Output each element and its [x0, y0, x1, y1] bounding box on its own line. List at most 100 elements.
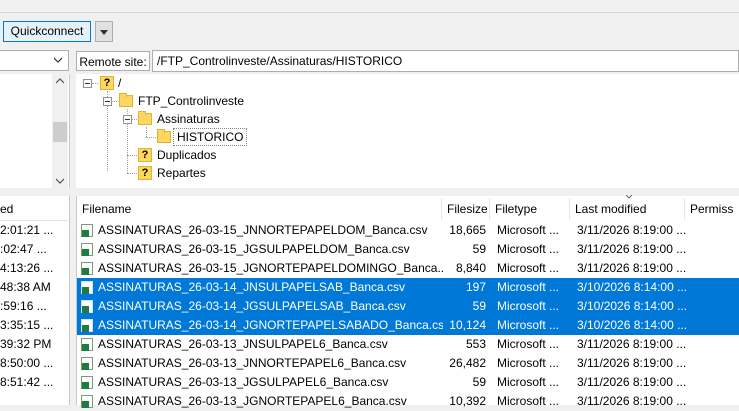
- collapse-icon[interactable]: [83, 79, 92, 88]
- cell-last-modified: 3/11/2026 8:19:00 ...: [577, 223, 687, 237]
- remote-site-label: Remote site:: [76, 51, 150, 71]
- chevron-down-icon[interactable]: [54, 57, 62, 63]
- cell-filename: ASSINATURAS_26-03-15_JGSULPAPELDOM_Banca…: [98, 242, 410, 256]
- tree-node-ftp-controlinveste[interactable]: FTP_Controlinveste: [138, 92, 244, 110]
- cell-filesize: 197: [465, 280, 486, 294]
- tree-connector: [146, 127, 147, 137]
- collapse-icon[interactable]: [123, 115, 132, 124]
- cell-filename: ASSINATURAS_26-03-15_JNNORTEPAPELDOM_Ban…: [98, 223, 428, 237]
- cell-filesize: 8,840: [455, 261, 486, 275]
- folder-icon: [157, 129, 171, 143]
- csv-file-icon: [81, 262, 93, 275]
- local-row-modified[interactable]: 3:35:15 ...: [0, 316, 68, 335]
- tree-connector: [127, 120, 128, 173]
- csv-file-icon: [81, 395, 93, 408]
- tree-connector: [146, 137, 156, 138]
- cell-filetype: Microsoft ...: [497, 280, 560, 294]
- table-row[interactable]: ASSINATURAS_26-03-14_JNSULPAPELSAB_Banca…: [77, 278, 739, 297]
- pane-splitter[interactable]: [76, 188, 739, 196]
- cell-filesize: 59: [472, 299, 486, 313]
- scroll-up-icon[interactable]: [56, 78, 64, 84]
- quickconnect-button[interactable]: Quickconnect: [3, 21, 91, 42]
- column-header-last-modified[interactable]: Last modified: [570, 198, 685, 220]
- question-folder-icon: ?: [100, 76, 114, 90]
- cell-filename: ASSINATURAS_26-03-13_JNSULPAPEL6_Banca.c…: [98, 337, 388, 351]
- cell-filesize: 18,665: [449, 223, 486, 237]
- remote-directory-tree[interactable]: ? / FTP_Controlinveste Assinaturas HISTO…: [76, 74, 739, 188]
- cell-filesize: 59: [472, 242, 486, 256]
- cell-last-modified: 3/10/2026 8:14:00 ...: [577, 280, 687, 294]
- tree-node-assinaturas[interactable]: Assinaturas: [157, 110, 220, 128]
- cell-last-modified: 3/10/2026 8:14:00 ...: [577, 299, 687, 313]
- tree-node-historico[interactable]: HISTORICO: [173, 128, 248, 146]
- cell-filesize: 10,124: [449, 318, 486, 332]
- local-row-modified[interactable]: 8:50:00 ...: [0, 354, 68, 373]
- cell-last-modified: 3/11/2026 8:19:00 ...: [577, 375, 687, 389]
- tree-node-repartes[interactable]: Repartes: [157, 164, 206, 182]
- toolbar-divider: [0, 12, 739, 13]
- local-row-modified[interactable]: 48:38 AM: [0, 278, 68, 297]
- cell-filetype: Microsoft ...: [497, 261, 560, 275]
- tree-node-duplicados[interactable]: Duplicados: [157, 146, 216, 164]
- table-row[interactable]: ASSINATURAS_26-03-15_JNNORTEPAPELDOM_Ban…: [77, 221, 739, 240]
- column-header-permissions[interactable]: Permiss: [685, 198, 739, 220]
- column-header-filesize[interactable]: Filesize: [442, 198, 490, 220]
- table-row[interactable]: ASSINATURAS_26-03-14_JGNORTEPAPELSABADO_…: [77, 316, 739, 335]
- csv-file-icon: [81, 376, 93, 389]
- cell-filename: ASSINATURAS_26-03-13_JGNORTEPAPEL6_Banca…: [98, 394, 407, 408]
- csv-file-icon: [81, 338, 93, 351]
- cell-filetype: Microsoft ...: [497, 375, 560, 389]
- tree-connector: [92, 83, 98, 84]
- column-header-filename[interactable]: Filename: [77, 198, 442, 220]
- table-row[interactable]: ASSINATURAS_26-03-13_JGSULPAPEL6_Banca.c…: [77, 373, 739, 392]
- cell-last-modified: 3/11/2026 8:19:00 ...: [577, 337, 687, 351]
- cell-filetype: Microsoft ...: [497, 242, 560, 256]
- csv-file-icon: [81, 281, 93, 294]
- question-folder-icon: ?: [138, 148, 152, 162]
- local-row-modified[interactable]: 2:01:21 ...: [0, 221, 68, 240]
- local-row-modified[interactable]: 39:32 PM: [0, 335, 68, 354]
- cell-filesize: 553: [465, 337, 486, 351]
- tree-node-root[interactable]: /: [118, 74, 121, 92]
- local-column-header-modified[interactable]: ed: [0, 198, 68, 221]
- table-row[interactable]: ASSINATURAS_26-03-13_JGNORTEPAPEL6_Banca…: [77, 392, 739, 411]
- remote-path-input[interactable]: /FTP_Controlinveste/Assinaturas/HISTORIC…: [152, 50, 739, 72]
- cell-filename: ASSINATURAS_26-03-13_JGSULPAPEL6_Banca.c…: [98, 375, 389, 389]
- cell-last-modified: 3/11/2026 8:19:00 ...: [577, 261, 687, 275]
- tree-connector: [127, 173, 137, 174]
- table-row[interactable]: ASSINATURAS_26-03-13_JNSULPAPEL6_Banca.c…: [77, 335, 739, 354]
- local-row-modified[interactable]: 4:13:26 ...: [0, 259, 68, 278]
- csv-file-icon: [81, 319, 93, 332]
- folder-icon: [119, 93, 133, 107]
- cell-filetype: Microsoft ...: [497, 318, 560, 332]
- cell-filetype: Microsoft ...: [497, 299, 560, 313]
- cell-last-modified: 3/10/2026 8:14:00 ...: [577, 318, 687, 332]
- sort-indicator-icon: [626, 195, 632, 199]
- quickconnect-dropdown-button[interactable]: [95, 21, 113, 42]
- local-row-modified[interactable]: :59:16 ...: [0, 297, 68, 316]
- csv-file-icon: [81, 300, 93, 313]
- collapse-icon[interactable]: [103, 97, 112, 106]
- cell-filename: ASSINATURAS_26-03-14_JGNORTEPAPELSABADO_…: [98, 318, 443, 332]
- cell-last-modified: 3/11/2026 8:19:00 ...: [577, 356, 687, 370]
- cell-filesize: 26,482: [449, 356, 486, 370]
- table-row[interactable]: ASSINATURAS_26-03-14_JGSULPAPELSAB_Banca…: [77, 297, 739, 316]
- csv-file-icon: [81, 243, 93, 256]
- column-header-filetype[interactable]: Filetype: [490, 198, 570, 220]
- cell-filename: ASSINATURAS_26-03-14_JGSULPAPELSAB_Banca…: [98, 299, 406, 313]
- local-row-modified[interactable]: 8:51:42 ...: [0, 373, 68, 392]
- cell-filename: ASSINATURAS_26-03-15_JGNORTEPAPELDOMINGO…: [98, 261, 443, 275]
- cell-filetype: Microsoft ...: [497, 223, 560, 237]
- cell-filetype: Microsoft ...: [497, 356, 560, 370]
- table-row[interactable]: ASSINATURAS_26-03-15_JGNORTEPAPELDOMINGO…: [77, 259, 739, 278]
- cell-last-modified: 3/11/2026 8:19:00 ...: [577, 242, 687, 256]
- table-row[interactable]: ASSINATURAS_26-03-15_JGSULPAPELDOM_Banca…: [77, 240, 739, 259]
- cell-filename: ASSINATURAS_26-03-13_JNNORTEPAPEL6_Banca…: [98, 356, 407, 370]
- cell-filetype: Microsoft ...: [497, 337, 560, 351]
- local-tree-scroll-thumb[interactable]: [53, 122, 67, 142]
- scroll-down-icon[interactable]: [56, 178, 64, 184]
- csv-file-icon: [81, 224, 93, 237]
- local-row-modified[interactable]: :02:47 ...: [0, 240, 68, 259]
- table-row[interactable]: ASSINATURAS_26-03-13_JNNORTEPAPEL6_Banca…: [77, 354, 739, 373]
- question-folder-icon: ?: [138, 166, 152, 180]
